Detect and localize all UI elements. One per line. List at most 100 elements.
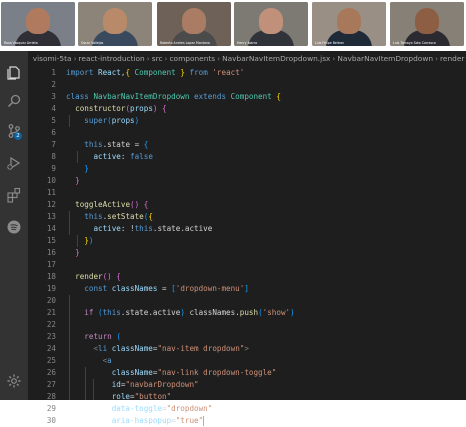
code-line[interactable]: 15 }) — [28, 235, 466, 247]
files-icon[interactable] — [6, 65, 22, 81]
code-line[interactable]: 29 data-toggle="dropdown" — [28, 403, 466, 415]
search-icon[interactable] — [6, 93, 22, 109]
code-line[interactable]: 1 import React,{ Component } from 'react' — [28, 67, 466, 79]
breadcrumb-item[interactable]: render — [440, 54, 464, 63]
line-number: 2 — [51, 80, 56, 89]
code-token: render — [75, 272, 103, 281]
code-token: ( — [116, 332, 121, 341]
extensions-icon[interactable] — [6, 187, 22, 203]
code-token: class — [66, 92, 94, 101]
code-token: > — [244, 344, 249, 353]
code-text: aria-haspopup="true" — [66, 415, 205, 427]
code-text: this.setState({ — [66, 211, 153, 223]
code-line[interactable]: 9 } — [28, 163, 466, 175]
run-debug-icon[interactable] — [6, 155, 22, 171]
code-token: { — [157, 104, 167, 113]
code-token: } — [84, 164, 89, 173]
code-line[interactable]: 25 <a — [28, 355, 466, 367]
breadcrumb-item[interactable]: NavbarNavItemDropdown — [337, 54, 433, 63]
participant-name: Oscar Vallejos — [81, 41, 104, 45]
line-number: 9 — [51, 164, 56, 173]
code-token: props — [111, 116, 135, 125]
code-line[interactable]: 21 if (this.state.active) classNames.pus… — [28, 307, 466, 319]
code-line[interactable]: 10 } — [28, 175, 466, 187]
code-line[interactable]: 16 } — [28, 247, 466, 259]
line-number: 12 — [46, 200, 56, 209]
code-line[interactable]: 24 <li className="nav-item dropdown"> — [28, 343, 466, 355]
code-token: active — [93, 152, 121, 161]
breadcrumb-item[interactable]: src — [152, 54, 163, 63]
code-text: data-toggle="dropdown" — [66, 403, 213, 415]
code-line[interactable]: 3 class NavbarNavItemDropdown extends Com… — [28, 91, 466, 103]
code-line[interactable]: 4 constructor(props) { — [28, 103, 466, 115]
code-line[interactable]: 27 id="navbarDropdown" — [28, 379, 466, 391]
participant-video-tile[interactable]: Luis Felipe Beltran — [312, 2, 386, 46]
code-token: 'dropdown-menu' — [175, 284, 245, 293]
line-number: 26 — [46, 368, 56, 377]
code-line[interactable]: 6 — [28, 127, 466, 139]
code-line[interactable]: 22 — [28, 319, 466, 331]
breadcrumb-item[interactable]: components — [169, 54, 215, 63]
code-token: className — [111, 344, 153, 353]
code-token: "dropdown" — [166, 404, 213, 413]
code-line[interactable]: 7 this.state = { — [28, 139, 466, 151]
code-token: "nav-link dropdown-toggle" — [157, 368, 277, 377]
line-number: 7 — [51, 140, 56, 149]
participant-face — [259, 8, 283, 34]
spotify-icon[interactable] — [6, 219, 22, 235]
line-number: 3 — [51, 92, 56, 101]
line-number: 27 — [46, 380, 56, 389]
code-line[interactable]: 26 className="nav-link dropdown-toggle" — [28, 367, 466, 379]
breadcrumb-item[interactable]: visomi-5ta — [33, 54, 72, 63]
code-line[interactable]: 28 role="button" — [28, 391, 466, 403]
code-token: .state.active — [152, 224, 213, 233]
code-token: { — [148, 212, 153, 221]
participant-video-tile[interactable]: Roberto Andres Lopez Montano — [157, 2, 231, 46]
settings-gear-icon[interactable] — [6, 373, 22, 389]
code-line[interactable]: 23 return ( — [28, 331, 466, 343]
code-text: }) — [66, 235, 93, 247]
code-line[interactable]: 13 this.setState({ — [28, 211, 466, 223]
code-token: return — [84, 332, 117, 341]
code-line[interactable]: 20 — [28, 295, 466, 307]
code-token: false — [130, 152, 153, 161]
code-line[interactable]: 11 — [28, 187, 466, 199]
code-line[interactable]: 14 active: !this.state.active — [28, 223, 466, 235]
participant-video-tile[interactable]: Oscar Vallejos — [78, 2, 152, 46]
code-token: () — [102, 272, 112, 281]
breadcrumb-separator-icon: › — [73, 54, 77, 63]
code-line[interactable]: 18 render() { — [28, 271, 466, 283]
text-cursor — [203, 416, 205, 426]
code-text: const classNames = ['dropdown-menu'] — [66, 283, 249, 295]
participant-name: Luis Tamayo Soto Carrasco — [393, 41, 436, 45]
code-token: .state = — [102, 140, 144, 149]
line-number: 17 — [46, 260, 56, 269]
code-token: "nav-item dropdown" — [157, 344, 245, 353]
line-number: 30 — [46, 416, 56, 425]
code-line[interactable]: 19 const classNames = ['dropdown-menu'] — [28, 283, 466, 295]
line-number: 20 — [46, 296, 56, 305]
breadcrumb-item[interactable]: react-introduction — [79, 54, 145, 63]
code-line[interactable]: 12 toggleActive() { — [28, 199, 466, 211]
participant-video-tile[interactable]: Henry Ibarra — [234, 2, 308, 46]
code-token: .state.active — [120, 308, 181, 317]
code-area[interactable]: 1 import React,{ Component } from 'react'… — [28, 67, 466, 426]
code-token: { — [139, 200, 149, 209]
participant-video-tile[interactable]: Rosa Vasquez Arrieta — [1, 2, 75, 46]
participant-name: Rosa Vasquez Arrieta — [4, 41, 38, 45]
participant-face — [415, 8, 439, 34]
code-token: : ! — [120, 224, 135, 233]
code-line[interactable]: 2 — [28, 79, 466, 91]
breadcrumb-item[interactable]: NavbarNavItemDropdown.jsx — [222, 54, 330, 63]
code-line[interactable]: 17 — [28, 259, 466, 271]
code-line[interactable]: 5 super(props) — [28, 115, 466, 127]
code-token: data-toggle — [111, 404, 163, 413]
code-line[interactable]: 8 active: false — [28, 151, 466, 163]
code-token: = — [157, 284, 172, 293]
participant-video-tile[interactable]: Luis Tamayo Soto Carrasco — [390, 2, 464, 46]
code-line[interactable]: 30 aria-haspopup="true" — [28, 415, 466, 427]
